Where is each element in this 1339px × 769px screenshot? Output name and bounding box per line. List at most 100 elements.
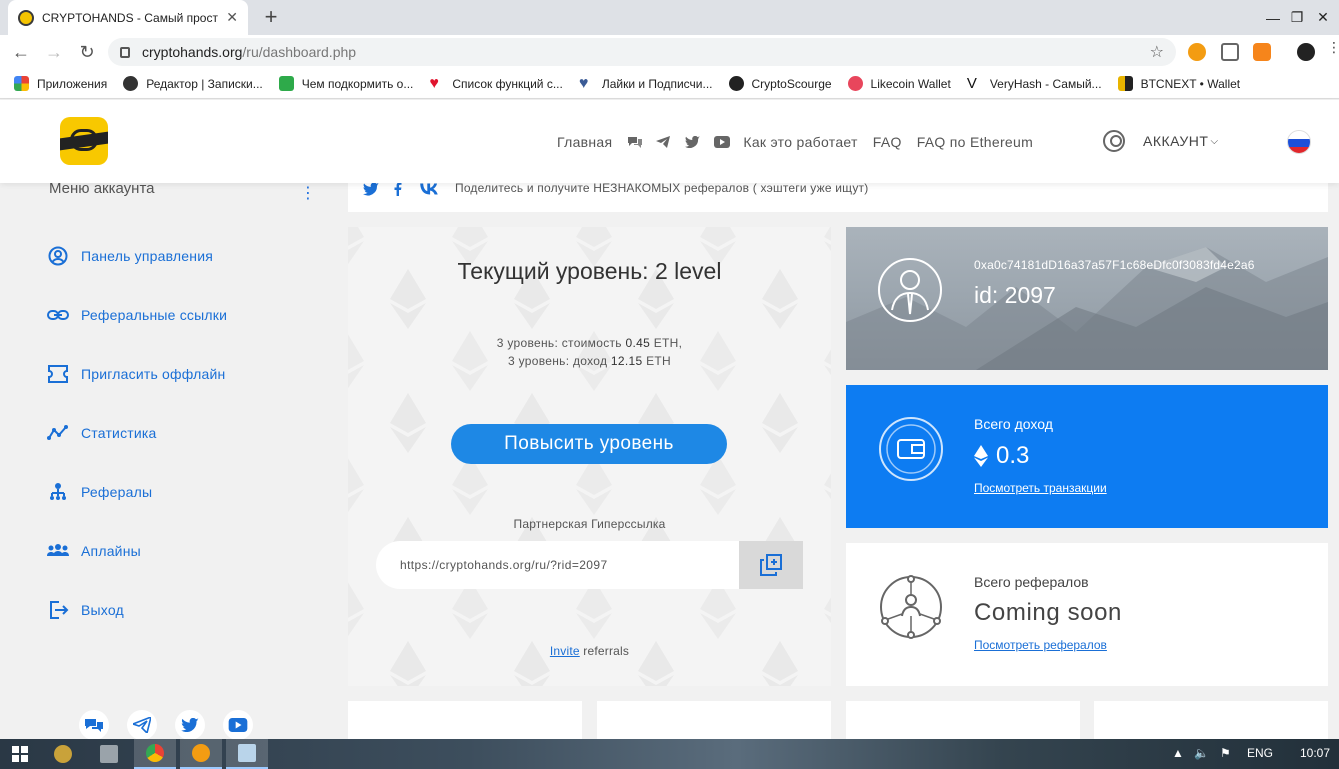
nav-how-it-works-link[interactable]: Как это работает [743,134,857,150]
reload-icon[interactable]: ↻ [76,41,98,63]
coin-extension-icon[interactable] [1188,43,1206,61]
account-menu[interactable]: АККАУНТ ⌵ [1103,130,1219,152]
next-level-income-label: 3 уровень: доход [507,354,611,368]
view-transactions-link[interactable]: Посмотреть транзакции [974,481,1107,495]
view-referrals-link[interactable]: Посмотреть рефералов [974,638,1107,652]
language-indicator[interactable]: ENG [1247,746,1273,760]
profile-avatar-icon[interactable] [1297,43,1315,61]
new-tab-icon[interactable]: + [258,4,284,30]
twitter-icon[interactable] [685,135,701,149]
total-income-value-row: 0.3 [974,442,1029,470]
taskbar-paint-icon[interactable] [42,739,84,769]
upgrade-level-button[interactable]: Повысить уровень [451,424,727,464]
volume-icon[interactable]: 🔈 [1194,746,1209,760]
url-path: /ru/dashboard.php [242,44,357,60]
next-level-info: 3 уровень: стоимость 0.45 ETH, 3 уровень… [348,334,831,370]
nav-home-link[interactable]: Главная [557,134,612,150]
sidebar-item-uplines[interactable]: Аплайны [47,541,141,561]
tab-title: CRYPTOHANDS - Самый прост [42,10,218,25]
sidebar-item-logout[interactable]: Выход [47,600,124,620]
account-label: АККАУНТ [1143,133,1209,149]
logout-icon [50,601,69,619]
invite-link[interactable]: Invite [550,644,580,658]
clock[interactable]: 10:07 [1300,746,1330,760]
taskbar-notepad-icon[interactable] [226,739,268,769]
veryhash-icon: V [966,75,977,92]
close-window-icon[interactable]: ✕ [1308,0,1338,35]
profile-card: 0xa0c74181dD16a37a57F1c68eDfc0f3083fd4e2… [846,227,1328,370]
facebook-share-icon[interactable] [393,182,403,196]
telegram-icon[interactable] [127,710,157,740]
close-tab-icon[interactable]: ✕ [226,9,238,26]
forward-arrow-icon[interactable]: → [43,41,65,63]
sidebar-item-referral-links[interactable]: Реферальные ссылки [47,305,227,325]
bookmark-item[interactable]: Likecoin Wallet [847,76,951,91]
nav-faq-ethereum-link[interactable]: FAQ по Ethereum [917,134,1033,150]
twitter-share-icon[interactable] [363,182,379,196]
windows-start-icon[interactable] [12,746,28,762]
total-income-card: Всего доход 0.3 Посмотреть транзакции [846,385,1328,528]
bookmark-item[interactable]: V VeryHash - Самый... [967,76,1102,91]
youtube-icon[interactable] [714,135,731,149]
user-id: id: 2097 [974,282,1056,308]
user-circle-icon [48,246,68,266]
address-bar[interactable]: cryptohands.org/ru/dashboard.php ☆ [108,38,1176,66]
nav-faq-link[interactable]: FAQ [873,134,902,150]
bookmark-item[interactable]: ♥ Лайки и Подписчи... [578,75,713,92]
taskbar-chrome-icon[interactable] [134,739,176,769]
back-arrow-icon[interactable]: ← [10,41,32,63]
bookmark-item[interactable]: CryptoScourge [728,76,832,91]
bookmark-star-icon[interactable]: ☆ [1150,42,1164,62]
apps-grid-icon [14,76,29,91]
wallet-icon [879,417,943,481]
income-unit: ETH [642,354,671,368]
blue-heart-icon: ♥ [578,75,589,92]
browser-menu-icon[interactable]: ⋮ [1327,39,1339,57]
sidebar-item-invite-offline[interactable]: Пригласить оффлайн [47,364,225,384]
bookmark-item[interactable]: Приложения [14,76,107,91]
russian-flag-icon[interactable] [1287,130,1311,154]
more-options-icon[interactable]: ⋮ [300,183,316,203]
flag-icon[interactable]: ⚑ [1220,746,1231,760]
browser-tab[interactable]: CRYPTOHANDS - Самый прост ✕ [8,0,248,35]
sidebar-item-statistics[interactable]: Статистика [47,423,157,443]
chat-icon[interactable] [79,710,109,740]
editor-icon [123,76,139,91]
bookmark-label: Лайки и Подписчи... [601,76,713,91]
bookmark-item[interactable]: BTCNEXT • Wallet [1117,76,1240,91]
sidebar-item-referrals[interactable]: Рефералы [47,482,152,502]
referral-link-field[interactable]: https://cryptohands.org/ru/?rid=2097 [376,541,739,589]
taskbar-coin-app-icon[interactable] [180,739,222,769]
bookmark-item[interactable]: ♥ Список функций с... [429,76,563,92]
taskbar-calculator-icon[interactable] [88,739,130,769]
bitcoin-icon [728,76,744,91]
sidebar-item-label: Реферальные ссылки [81,307,228,323]
cryptohands-logo[interactable] [60,117,108,165]
metamask-extension-icon[interactable] [1253,43,1271,61]
network-icon [880,575,942,639]
youtube-icon[interactable] [223,710,253,740]
bottom-card [1094,701,1328,741]
bookmark-item[interactable]: Редактор | Записки... [123,76,263,91]
tray-up-arrow-icon[interactable]: ▲ [1172,746,1184,760]
bookmark-label: Список функций с... [452,76,563,91]
vk-share-icon[interactable] [420,182,438,196]
level-card: Текущий уровень: 2 level 3 уровень: стои… [348,227,831,686]
twitter-icon[interactable] [175,710,205,740]
telegram-icon[interactable] [656,135,672,149]
home-icon[interactable] [1221,43,1239,61]
bookmark-item[interactable]: Чем подкормить о... [278,76,413,91]
sidebar-item-dashboard[interactable]: Панель управления [47,246,213,266]
lock-icon [120,46,130,58]
ticket-icon [48,365,68,383]
sidebar-item-label: Статистика [81,425,157,441]
copy-link-button[interactable] [739,541,803,589]
bookmarks-bar: Приложения Редактор | Записки... Чем под… [0,69,1339,99]
top-navigation: Главная Как это работает FAQ FAQ по Ethe… [557,134,1048,150]
invite-text-rest: referrals [579,644,630,658]
stats-icon [47,425,68,440]
chat-icon[interactable] [627,135,643,149]
site-favicon-icon [18,9,34,26]
browser-tabstrip: CRYPTOHANDS - Самый прост ✕ + — ❐ ✕ [0,0,1339,35]
bookmark-label: Приложения [37,76,108,91]
